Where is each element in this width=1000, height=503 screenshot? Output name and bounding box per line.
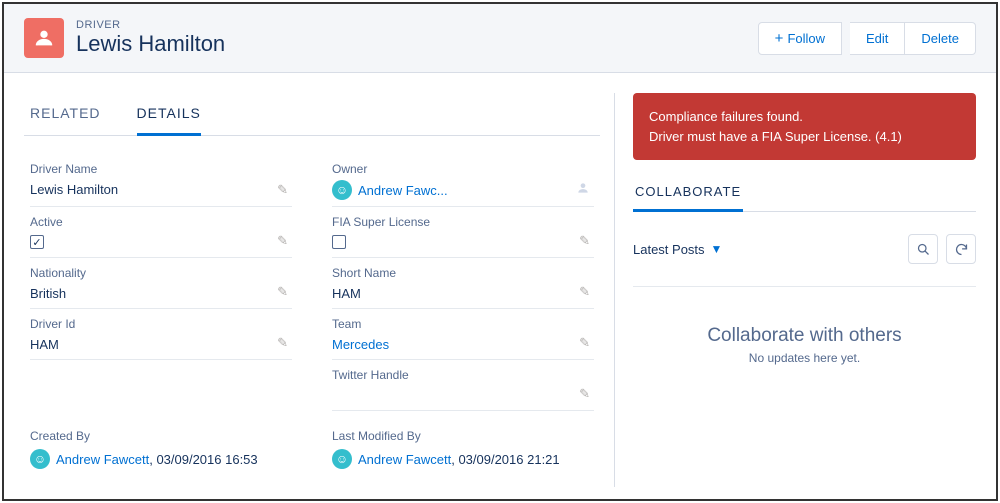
- modified-by-date: 03/09/2016 21:21: [458, 452, 559, 467]
- search-feed-button[interactable]: [908, 234, 938, 264]
- latest-posts-label: Latest Posts: [633, 242, 705, 257]
- follow-button[interactable]: Follow: [758, 22, 842, 55]
- field-label: Driver Id: [30, 317, 292, 331]
- field-nationality: Nationality British ✎: [30, 258, 292, 309]
- empty-title: Collaborate with others: [633, 325, 976, 347]
- empty-subtitle: No updates here yet.: [633, 351, 976, 365]
- modified-by-link[interactable]: Andrew Fawcett: [358, 452, 451, 467]
- page-title: Lewis Hamilton: [76, 31, 225, 57]
- edit-pencil-icon[interactable]: ✎: [277, 182, 288, 198]
- created-by-date: 03/09/2016 16:53: [156, 452, 257, 467]
- field-label: Short Name: [332, 266, 594, 280]
- field-label: Owner: [332, 162, 594, 176]
- record-tabs: RELATED DETAILS: [24, 93, 600, 136]
- field-fia-super-license: FIA Super License ✎: [332, 207, 594, 258]
- field-value: [332, 386, 594, 404]
- field-value: British: [30, 284, 292, 302]
- alert-line-2: Driver must have a FIA Super License. (4…: [649, 127, 960, 147]
- edit-pencil-icon[interactable]: ✎: [277, 335, 288, 351]
- header-actions: Follow Edit Delete: [758, 22, 976, 55]
- compliance-alert: Compliance failures found. Driver must h…: [633, 93, 976, 160]
- field-team: Team Mercedes ✎: [332, 309, 594, 360]
- delete-button[interactable]: Delete: [905, 22, 976, 55]
- active-checkbox: ✓: [30, 235, 44, 249]
- edit-pencil-icon[interactable]: ✎: [579, 386, 590, 402]
- user-avatar-icon: ☺: [30, 449, 50, 469]
- field-value: HAM: [332, 284, 594, 302]
- field-last-modified-by: Last Modified By ☺ Andrew Fawcett, 03/09…: [332, 429, 594, 469]
- owner-link[interactable]: Andrew Fawc...: [358, 183, 448, 198]
- tab-details[interactable]: DETAILS: [137, 93, 201, 136]
- field-label: Twitter Handle: [332, 368, 594, 382]
- created-by-link[interactable]: Andrew Fawcett: [56, 452, 149, 467]
- field-value: Lewis Hamilton: [30, 180, 292, 198]
- field-value[interactable]: ☺ Andrew Fawc...: [332, 180, 594, 200]
- collaborate-empty-state: Collaborate with others No updates here …: [633, 287, 976, 403]
- tab-related[interactable]: RELATED: [30, 93, 101, 135]
- field-label: Active: [30, 215, 292, 229]
- edit-pencil-icon[interactable]: ✎: [579, 335, 590, 351]
- edit-pencil-icon[interactable]: ✎: [579, 233, 590, 249]
- team-link[interactable]: Mercedes: [332, 337, 389, 352]
- field-value: HAM: [30, 335, 292, 353]
- field-short-name: Short Name HAM ✎: [332, 258, 594, 309]
- edit-pencil-icon[interactable]: ✎: [579, 284, 590, 300]
- field-label: Nationality: [30, 266, 292, 280]
- edit-pencil-icon[interactable]: ✎: [277, 284, 288, 300]
- tab-collaborate[interactable]: COLLABORATE: [633, 174, 743, 212]
- field-twitter-handle: Twitter Handle ✎: [332, 360, 594, 411]
- edit-pencil-icon[interactable]: ✎: [277, 233, 288, 249]
- field-label: Team: [332, 317, 594, 331]
- field-created-by: Created By ☺ Andrew Fawcett, 03/09/2016 …: [30, 429, 292, 469]
- alert-line-1: Compliance failures found.: [649, 107, 960, 127]
- refresh-feed-button[interactable]: [946, 234, 976, 264]
- field-label: FIA Super License: [332, 215, 594, 229]
- record-header: DRIVER Lewis Hamilton Follow Edit Delete: [4, 4, 996, 73]
- user-avatar-icon: ☺: [332, 180, 352, 200]
- field-driver-id: Driver Id HAM ✎: [30, 309, 292, 360]
- field-active: Active ✓ ✎: [30, 207, 292, 258]
- field-owner: Owner ☺ Andrew Fawc...: [332, 154, 594, 207]
- user-avatar-icon: ☺: [332, 449, 352, 469]
- field-label: Created By: [30, 429, 292, 443]
- object-kind-label: DRIVER: [76, 19, 225, 31]
- edit-button[interactable]: Edit: [850, 22, 905, 55]
- fia-checkbox: [332, 235, 346, 249]
- change-owner-icon[interactable]: [576, 181, 590, 198]
- chevron-down-icon: ▼: [711, 242, 723, 256]
- field-label: Last Modified By: [332, 429, 594, 443]
- driver-object-icon: [24, 18, 64, 58]
- field-driver-name: Driver Name Lewis Hamilton ✎: [30, 154, 292, 207]
- collaborate-tabs: COLLABORATE: [633, 174, 976, 212]
- field-label: Driver Name: [30, 162, 292, 176]
- latest-posts-dropdown[interactable]: Latest Posts ▼: [633, 242, 722, 257]
